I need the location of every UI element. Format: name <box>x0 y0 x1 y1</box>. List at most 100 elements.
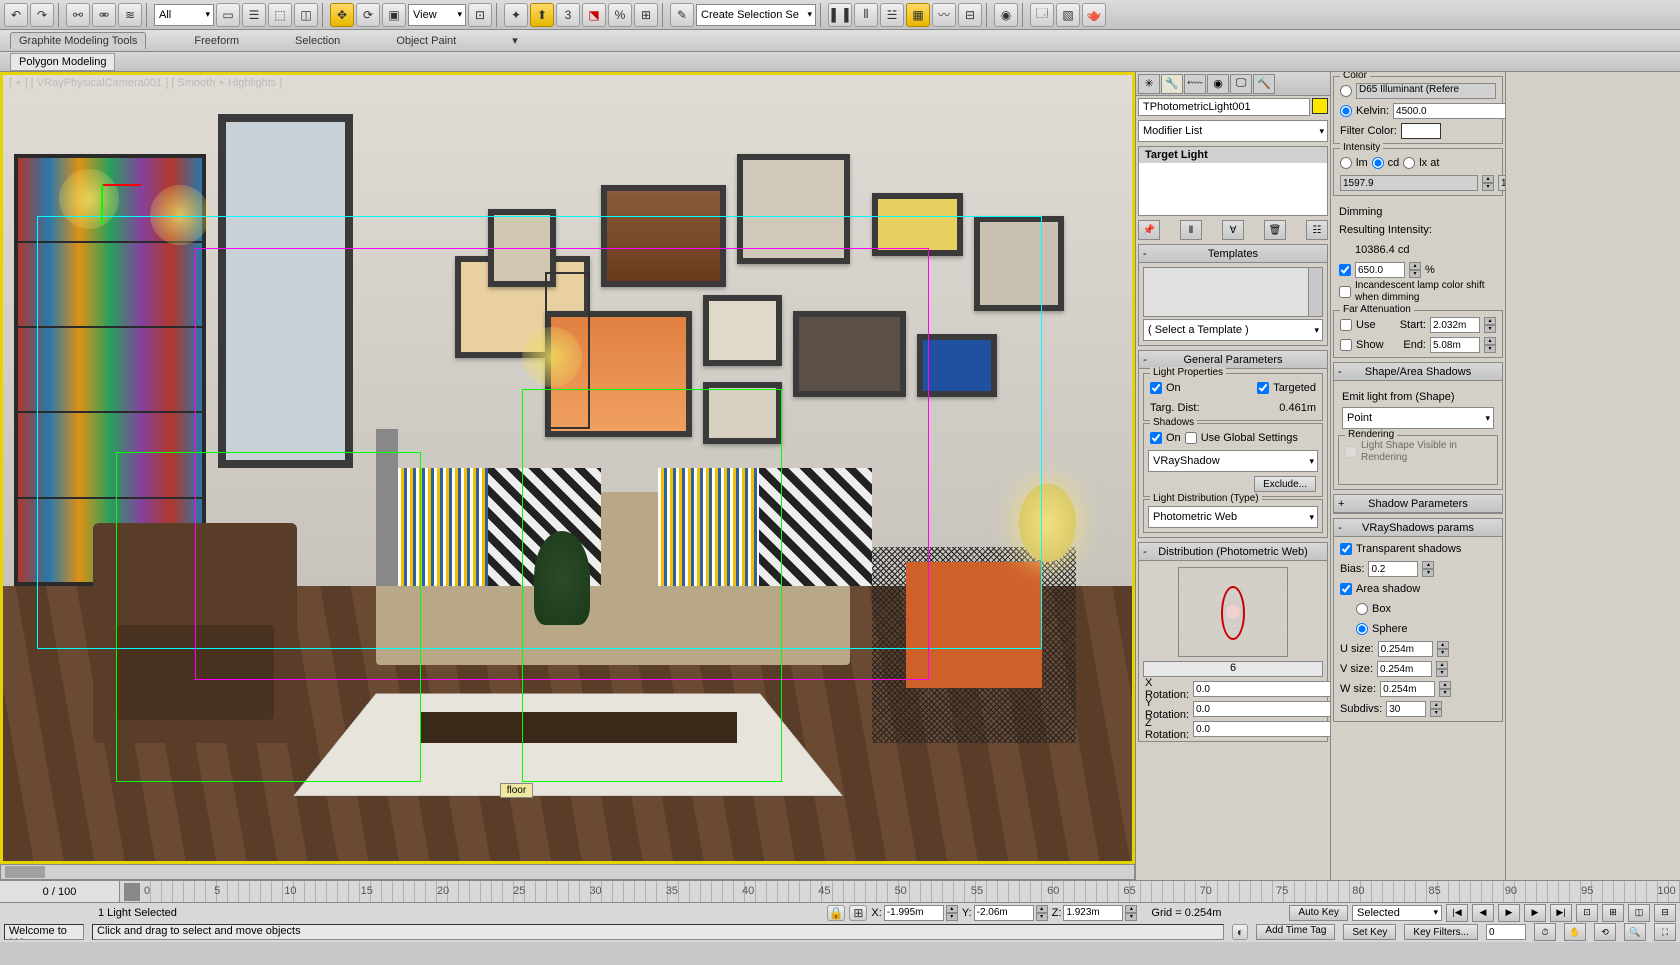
ribbon-expand-icon[interactable]: ▾ <box>504 32 526 49</box>
motion-tab-icon[interactable]: ◉ <box>1207 74 1229 94</box>
play-icon[interactable]: ▶ <box>1498 904 1520 922</box>
sphere-radio[interactable] <box>1356 623 1368 635</box>
modifier-list-dropdown[interactable]: Modifier List <box>1138 120 1328 142</box>
bind-icon[interactable]: ≋ <box>118 3 142 27</box>
fa-show-checkbox[interactable] <box>1340 339 1352 351</box>
arc-rotate-icon[interactable]: ⟲ <box>1594 923 1616 941</box>
shadow-type-dropdown[interactable]: VRayShadow <box>1148 450 1318 472</box>
y-coord-input[interactable] <box>974 905 1034 921</box>
goto-start-icon[interactable]: |◀ <box>1446 904 1468 922</box>
pin-stack-icon[interactable]: 📌 <box>1138 220 1160 240</box>
modifier-stack[interactable]: Target Light <box>1138 146 1328 216</box>
incand-checkbox[interactable] <box>1339 286 1351 298</box>
undo-icon[interactable]: ↶ <box>4 3 28 27</box>
fa-start-spinner[interactable]: ▴▾ <box>1484 317 1496 333</box>
named-selection-dropdown[interactable]: Create Selection Se <box>696 4 816 26</box>
cd-radio[interactable] <box>1372 157 1384 169</box>
vray-shadows-header[interactable]: VRayShadows params <box>1334 519 1502 537</box>
z-coord-input[interactable] <box>1063 905 1123 921</box>
shadows-on-checkbox[interactable] <box>1150 432 1162 444</box>
redo-icon[interactable]: ↷ <box>30 3 54 27</box>
max-toggle-icon[interactable]: ⛶ <box>1654 923 1676 941</box>
intensity-dist-input[interactable] <box>1498 175 1505 191</box>
spinner-snap-icon[interactable]: ⊞ <box>634 3 658 27</box>
intensity-spinner[interactable]: ▴▾ <box>1482 175 1494 191</box>
object-name-field[interactable]: TPhotometricLight001 <box>1138 98 1310 116</box>
tab-graphite[interactable]: Graphite Modeling Tools <box>10 32 146 49</box>
next-frame-icon[interactable]: ▶ <box>1524 904 1546 922</box>
snap-3-icon[interactable]: 3 <box>556 3 580 27</box>
distribution-header[interactable]: Distribution (Photometric Web) <box>1139 543 1327 561</box>
unlink-icon[interactable]: ⚮ <box>92 3 116 27</box>
kelvin-input[interactable] <box>1393 103 1505 119</box>
object-color-swatch[interactable] <box>1312 98 1328 114</box>
key-filters-button[interactable]: Key Filters... <box>1404 924 1478 940</box>
bias-spinner[interactable]: ▴▾ <box>1422 561 1434 577</box>
curve-editor-icon[interactable]: 〰 <box>932 3 956 27</box>
filter-color-swatch[interactable] <box>1401 123 1441 139</box>
align-icon[interactable]: ⫴ <box>854 3 878 27</box>
tab-selection[interactable]: Selection <box>287 33 348 49</box>
select-name-icon[interactable]: ☰ <box>242 3 266 27</box>
x-coord-input[interactable] <box>884 905 944 921</box>
current-frame-input[interactable] <box>1486 924 1526 940</box>
y-spinner[interactable]: ▴▾ <box>1036 905 1048 921</box>
targeted-checkbox[interactable] <box>1257 382 1269 394</box>
template-select-dropdown[interactable]: ( Select a Template ) <box>1143 319 1323 341</box>
photometric-web-preview[interactable] <box>1178 567 1288 657</box>
maxscript-listener[interactable]: Welcome to MA <box>4 924 84 940</box>
x-spinner[interactable]: ▴▾ <box>946 905 958 921</box>
fa-start-input[interactable] <box>1430 317 1480 333</box>
shadow-params-header[interactable]: Shadow Parameters <box>1334 495 1502 513</box>
time-config-icon[interactable]: ⏱ <box>1534 923 1556 941</box>
fa-end-spinner[interactable]: ▴▾ <box>1484 337 1496 353</box>
exclude-button[interactable]: Exclude... <box>1254 476 1316 492</box>
keymode-dropdown[interactable]: Selected <box>1352 905 1442 921</box>
box-radio[interactable] <box>1356 603 1368 615</box>
lxat-radio[interactable] <box>1403 157 1415 169</box>
subdivs-input[interactable] <box>1386 701 1426 717</box>
usize-spinner[interactable]: ▴▾ <box>1437 641 1449 657</box>
transform-gizmo[interactable] <box>71 154 131 214</box>
time-scrubber[interactable] <box>124 883 140 901</box>
nav-3-icon[interactable]: ◫ <box>1628 904 1650 922</box>
show-end-result-icon[interactable]: Ⅱ <box>1180 220 1202 240</box>
tab-object-paint[interactable]: Object Paint <box>388 33 464 49</box>
comm-center-icon[interactable]: ◐ <box>1232 924 1248 940</box>
render-setup-icon[interactable]: 🗔 <box>1030 3 1054 27</box>
nav-2-icon[interactable]: ⊞ <box>1602 904 1624 922</box>
move-icon[interactable]: ✥ <box>330 3 354 27</box>
goto-end-icon[interactable]: ▶| <box>1550 904 1572 922</box>
window-crossing-icon[interactable]: ◫ <box>294 3 318 27</box>
keyboard-shortcut-icon[interactable]: ⬆ <box>530 3 554 27</box>
percent-snap-icon[interactable]: % <box>608 3 632 27</box>
wsize-input[interactable] <box>1380 681 1435 697</box>
time-ruler[interactable]: 0510 152025 303540 455055 606570 758085 … <box>140 881 1680 902</box>
fa-use-checkbox[interactable] <box>1340 319 1352 331</box>
bias-input[interactable] <box>1368 561 1418 577</box>
vsize-input[interactable] <box>1377 661 1432 677</box>
render-icon[interactable]: 🫖 <box>1082 3 1106 27</box>
set-key-button[interactable]: Set Key <box>1343 924 1396 940</box>
area-shadow-checkbox[interactable] <box>1340 583 1352 595</box>
light-dist-dropdown[interactable]: Photometric Web <box>1148 506 1318 528</box>
yrot-input[interactable] <box>1193 701 1330 717</box>
material-editor-icon[interactable]: ◉ <box>994 3 1018 27</box>
mirror-icon[interactable]: ▌▐ <box>828 3 852 27</box>
refcoord-dropdown[interactable]: View <box>408 4 466 26</box>
tab-freeform[interactable]: Freeform <box>186 33 247 49</box>
viewport[interactable]: [ + ] [ VRayPhysicalCamera001 ] [ Smooth… <box>0 72 1135 864</box>
zoom-icon[interactable]: 🔍 <box>1624 923 1646 941</box>
scale-icon[interactable]: ▣ <box>382 3 406 27</box>
dimming-spinner[interactable]: ▴▾ <box>1409 262 1421 278</box>
dimming-input[interactable] <box>1355 262 1405 278</box>
abs-transform-icon[interactable]: ⊞ <box>849 905 867 921</box>
viewport-label[interactable]: [ + ] [ VRayPhysicalCamera001 ] [ Smooth… <box>9 77 282 89</box>
usize-input[interactable] <box>1378 641 1433 657</box>
edit-named-sel-icon[interactable]: ✎ <box>670 3 694 27</box>
angle-snap-icon[interactable]: ⬔ <box>582 3 606 27</box>
remove-mod-icon[interactable]: 🗑 <box>1264 220 1286 240</box>
nav-4-icon[interactable]: ⊟ <box>1654 904 1676 922</box>
schematic-icon[interactable]: ⊟ <box>958 3 982 27</box>
intensity-input[interactable] <box>1340 175 1478 191</box>
